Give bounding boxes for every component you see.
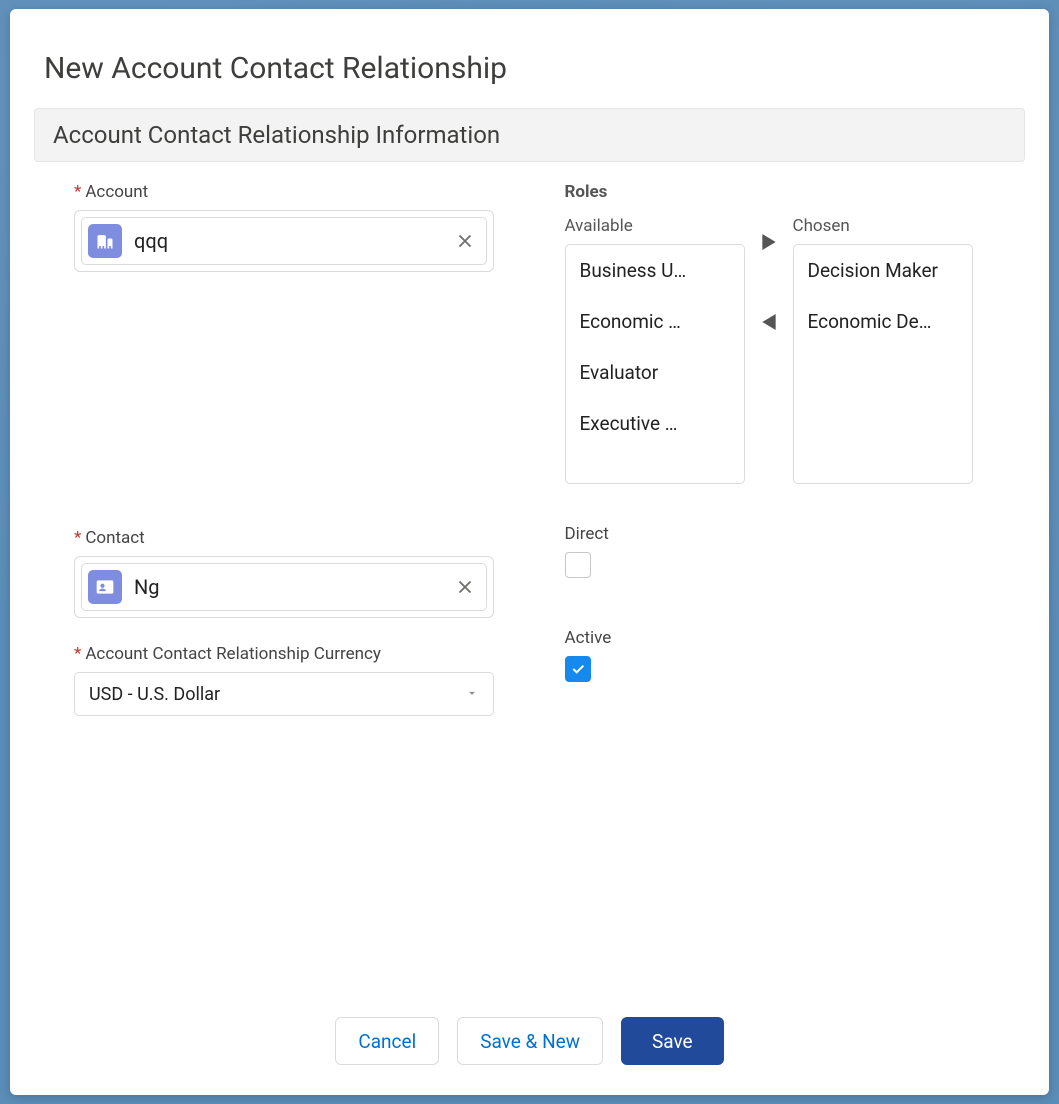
modal-title: New Account Contact Relationship: [44, 51, 1025, 86]
save-button[interactable]: Save: [621, 1017, 724, 1065]
account-value: qqq: [134, 229, 442, 253]
roles-available-label: Available: [565, 216, 745, 236]
list-item[interactable]: Economic De…: [794, 296, 972, 347]
contact-icon: [88, 570, 122, 604]
contact-label-text: Contact: [85, 528, 144, 548]
account-label-text: Account: [85, 182, 148, 202]
account-lookup[interactable]: qqq: [74, 210, 494, 272]
list-item[interactable]: Evaluator: [566, 347, 744, 398]
section-header: Account Contact Relationship Information: [34, 108, 1025, 162]
required-indicator: *: [74, 528, 81, 548]
active-checkbox[interactable]: [565, 656, 591, 682]
move-right-button[interactable]: [755, 228, 783, 256]
contact-value: Ng: [134, 575, 442, 599]
chevron-down-icon: [465, 684, 479, 705]
currency-value: USD - U.S. Dollar: [89, 684, 220, 705]
list-item[interactable]: Business U…: [566, 245, 744, 296]
roles-available-listbox[interactable]: Business U… Economic … Evaluator Executi…: [565, 244, 745, 484]
roles-chosen-label: Chosen: [793, 216, 973, 236]
account-label: *Account: [74, 182, 525, 202]
modal-dialog: New Account Contact Relationship Account…: [10, 9, 1049, 1095]
list-item[interactable]: Executive …: [566, 398, 744, 449]
active-label: Active: [565, 628, 1016, 648]
roles-label: Roles: [565, 182, 1016, 202]
direct-label: Direct: [565, 524, 1016, 544]
list-item[interactable]: Economic …: [566, 296, 744, 347]
required-indicator: *: [74, 644, 81, 664]
required-indicator: *: [74, 182, 81, 202]
cancel-button[interactable]: Cancel: [335, 1017, 439, 1065]
roles-chosen-listbox[interactable]: Decision Maker Economic De…: [793, 244, 973, 484]
currency-select[interactable]: USD - U.S. Dollar: [74, 672, 494, 716]
account-clear-button[interactable]: [454, 230, 476, 252]
currency-label: *Account Contact Relationship Currency: [74, 644, 525, 664]
contact-clear-button[interactable]: [454, 576, 476, 598]
contact-lookup[interactable]: Ng: [74, 556, 494, 618]
modal-footer: Cancel Save & New Save: [34, 1004, 1025, 1075]
direct-checkbox[interactable]: [565, 552, 591, 578]
save-and-new-button[interactable]: Save & New: [457, 1017, 603, 1065]
list-item[interactable]: Decision Maker: [794, 245, 972, 296]
move-left-button[interactable]: [755, 308, 783, 336]
currency-label-text: Account Contact Relationship Currency: [85, 644, 381, 664]
contact-label: *Contact: [74, 528, 525, 548]
account-icon: [88, 224, 122, 258]
